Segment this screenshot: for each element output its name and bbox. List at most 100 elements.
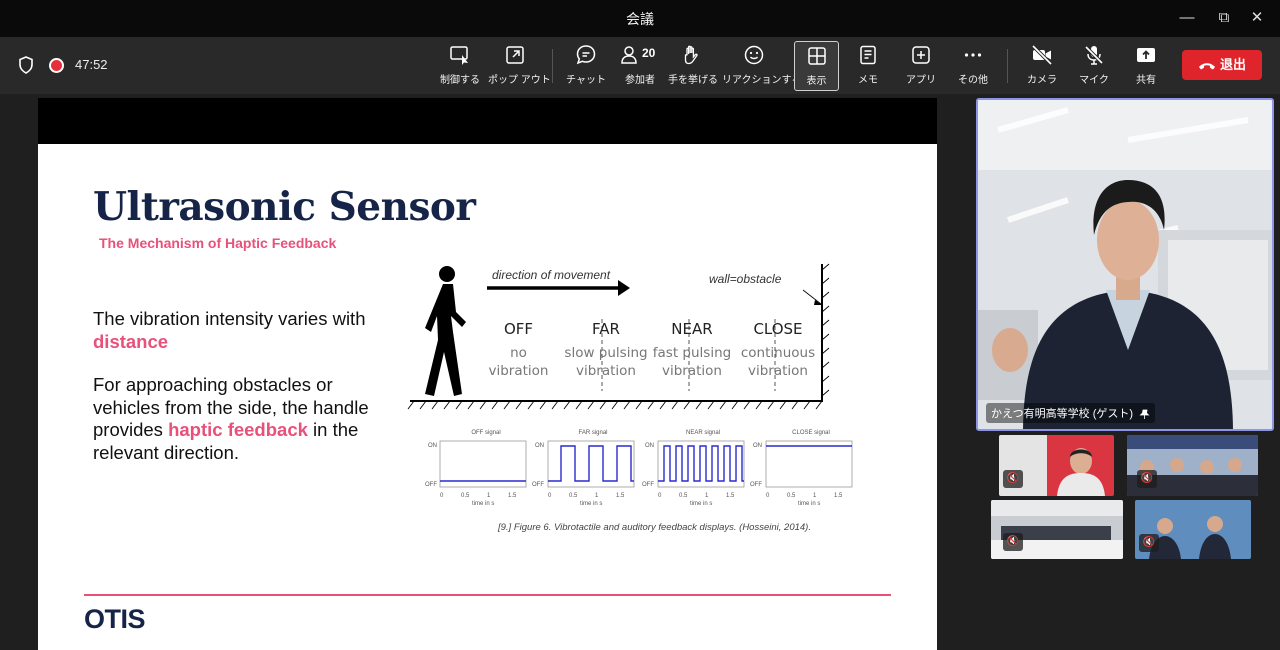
time-axis-label: time in s [580, 501, 603, 507]
apps-button[interactable]: アプリ [902, 43, 940, 89]
raise-hand-button[interactable]: 手を挙げる [668, 43, 718, 89]
restore-button[interactable]: ⧉ [1211, 6, 1237, 30]
para2-emphasis: haptic feedback [168, 419, 308, 440]
meeting-toolbar: 47:52 制御する ポップ アウト チャット 20 参加者 手を挙げる リアク… [0, 37, 1280, 94]
tick-label: 0.5 [569, 493, 578, 499]
wall-label: wall=obstacle [709, 272, 782, 286]
zone-desc: vibration [748, 363, 808, 379]
mic-off-icon [1084, 45, 1104, 65]
notes-label: メモ [858, 75, 878, 86]
para1-text: The vibration intensity varies with [93, 308, 366, 329]
more-button[interactable]: その他 [954, 43, 992, 89]
reaction-icon [744, 45, 764, 65]
reaction-button[interactable]: リアクションする [722, 43, 802, 89]
tick-label: 0 [440, 493, 444, 499]
axis-off-label: OFF [750, 482, 762, 488]
muted-mic-icon: 🔇 [1137, 470, 1157, 488]
participant-name-tag: かえつ有明高等学校 (ゲスト) [986, 403, 1156, 423]
zone-desc: no [510, 345, 527, 361]
hang-up-icon [1198, 62, 1215, 70]
control-button[interactable]: 制御する [438, 43, 482, 89]
shield-icon [19, 56, 33, 74]
zone-near: NEAR fast pulsing vibration [648, 320, 736, 380]
time-axis-label: time in s [798, 501, 821, 507]
zone-name: NEAR [671, 320, 713, 338]
axis-on-label: ON [753, 443, 762, 449]
toolbar-divider [1007, 49, 1008, 83]
tick-label: 1.5 [834, 493, 843, 499]
participant-thumbnail[interactable]: 🔇 [1127, 435, 1258, 496]
camera-button[interactable]: カメラ [1024, 43, 1060, 89]
zone-name: CLOSE [753, 320, 803, 338]
zone-name: FAR [592, 320, 620, 338]
axis-on-label: ON [428, 443, 437, 449]
more-icon [964, 53, 982, 57]
pop-out-icon [506, 46, 524, 64]
para1-emphasis: distance [93, 330, 169, 352]
axis-on-label: ON [535, 443, 544, 449]
pop-out-button[interactable]: ポップ アウト [488, 43, 551, 89]
tick-label: 1.5 [508, 493, 517, 499]
chat-icon [576, 45, 596, 65]
participant-thumbnail[interactable]: 🔇 [991, 500, 1123, 559]
tick-label: 0 [766, 493, 770, 499]
more-label: その他 [958, 75, 988, 86]
time-axis-label: time in s [690, 501, 713, 507]
figure-caption: [9.] Figure 6. Vibrotactile and auditory… [498, 522, 811, 533]
raise-hand-icon [684, 45, 698, 65]
tick-label: 1 [813, 493, 817, 499]
view-button[interactable]: 表示 [794, 41, 839, 91]
footer-rule [84, 594, 891, 596]
main-participant-video[interactable] [976, 98, 1274, 431]
tick-label: 0.5 [461, 493, 470, 499]
participants-icon: 20 [621, 46, 656, 64]
reaction-label: リアクションする [722, 75, 802, 86]
zone-close: CLOSE continuous vibration [735, 320, 821, 380]
slide-subtitle: The Mechanism of Haptic Feedback [99, 235, 337, 251]
participant-thumbnail[interactable]: 🔇 [1135, 500, 1251, 559]
share-label: 共有 [1136, 75, 1156, 86]
muted-mic-icon: 🔇 [1003, 533, 1023, 551]
pin-icon [1139, 409, 1150, 419]
mic-label: マイク [1079, 75, 1109, 86]
zone-desc: vibration [576, 363, 636, 379]
leave-button[interactable]: 退出 [1182, 50, 1262, 80]
participants-label: 参加者 [625, 75, 655, 86]
zone-far: FAR slow pulsing vibration [563, 320, 649, 380]
raise-hand-label: 手を挙げる [668, 75, 718, 86]
share-button[interactable]: 共有 [1130, 43, 1162, 89]
muted-mic-icon: 🔇 [1003, 470, 1023, 488]
tick-label: 1.5 [726, 493, 735, 499]
participants-count: 20 [642, 46, 656, 60]
share-icon [1137, 48, 1155, 62]
notes-icon [860, 45, 876, 65]
minimize-button[interactable]: — [1174, 6, 1200, 30]
apps-icon [912, 46, 930, 64]
presentation-slide: Ultrasonic Sensor The Mechanism of Hapti… [38, 144, 937, 650]
tick-label: 0 [548, 493, 552, 499]
recording-indicator-icon [49, 58, 64, 73]
notes-button[interactable]: メモ [850, 43, 886, 89]
mic-button[interactable]: マイク [1078, 43, 1110, 89]
tick-label: 1.5 [616, 493, 625, 499]
tick-label: 1 [487, 493, 491, 499]
otis-logo: OTIS [84, 604, 146, 634]
tick-label: 0.5 [679, 493, 688, 499]
chat-button[interactable]: チャット [566, 43, 606, 89]
call-timer: 47:52 [75, 57, 108, 72]
axis-off-label: OFF [532, 482, 544, 488]
zone-desc: vibration [488, 363, 549, 379]
leave-label: 退出 [1219, 57, 1246, 72]
camera-label: カメラ [1027, 75, 1057, 86]
participant-thumbnail[interactable]: 🔇 [999, 435, 1114, 496]
tick-label: 1 [705, 493, 709, 499]
close-window-button[interactable]: ✕ [1244, 6, 1270, 30]
participants-button[interactable]: 20 参加者 [618, 43, 662, 89]
axis-off-label: OFF [425, 482, 437, 488]
zone-desc: continuous [740, 345, 816, 361]
signal-title: NEAR signal [685, 430, 720, 436]
zone-desc: slow pulsing [564, 345, 648, 361]
signal-title: FAR signal [578, 430, 608, 436]
zone-off: OFF no vibration [476, 320, 561, 380]
window-title: 会議 [626, 11, 654, 27]
